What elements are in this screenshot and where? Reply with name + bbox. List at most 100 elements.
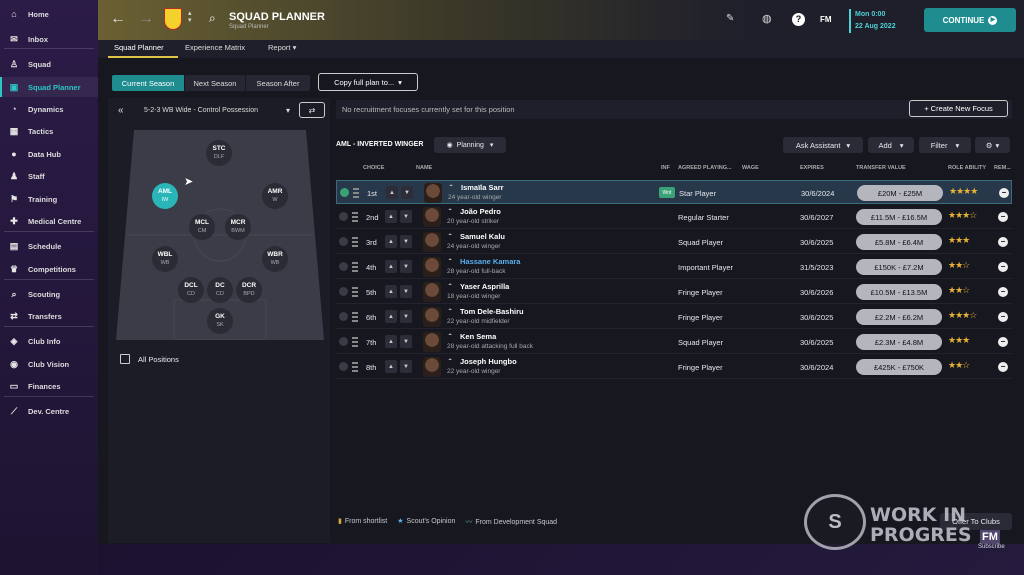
tab-experience-matrix[interactable]: Experience Matrix [185,43,245,52]
club-switch-chevron-icon[interactable]: ▴ ▾ [188,10,192,24]
swap-formation-icon[interactable]: ⇄ [299,102,325,118]
sidebar-item-data-hub[interactable]: ● Data Hub [0,144,98,164]
position-dcr[interactable]: DCR BPD [236,277,262,303]
drag-handle-icon[interactable] [352,287,358,297]
move-down-icon[interactable]: ▼ [400,360,412,373]
remove-icon[interactable]: − [998,212,1008,222]
sidebar-item-scouting[interactable]: ⌕ Scouting [0,284,98,304]
check-icon[interactable] [339,312,348,321]
sidebar-item-inbox[interactable]: ✉ Inbox [0,29,98,49]
move-down-icon[interactable]: ▼ [400,335,412,348]
add-button[interactable]: Add ▾ [868,137,914,153]
drag-handle-icon[interactable] [353,188,359,198]
planning-dropdown[interactable]: ◉ Planning ▾ [434,137,506,153]
move-down-icon[interactable]: ▼ [400,235,412,248]
drag-handle-icon[interactable] [352,362,358,372]
column-header-agreed-playing[interactable]: AGREED PLAYING... [678,165,732,171]
sidebar-item-medical-centre[interactable]: ✚ Medical Centre [0,211,98,231]
remove-icon[interactable]: − [998,287,1008,297]
club-badge-logo[interactable] [164,8,182,30]
move-up-icon[interactable]: ▲ [385,335,397,348]
check-icon[interactable] [339,262,348,271]
player-face-avatar[interactable] [423,257,441,277]
position-aml[interactable]: AML IW [152,183,178,209]
collapse-panel-icon[interactable]: « [118,105,124,116]
player-name[interactable]: Joseph Hungbo [460,357,517,366]
sidebar-item-training[interactable]: ⚑ Training [0,189,98,209]
column-header-inf[interactable]: INF [661,165,670,171]
drag-handle-icon[interactable] [352,212,358,222]
player-face-avatar[interactable] [423,332,441,352]
drag-handle-icon[interactable] [352,312,358,322]
player-name[interactable]: Hassane Kamara [460,257,520,266]
table-row[interactable]: 8th ▲ ▼ ◓ Joseph Hungbo 22 year-old winger Fri… [336,355,1012,379]
player-face-avatar[interactable] [423,207,441,227]
table-row[interactable]: 6th ▲ ▼ ◓ Tom Dele-Bashiru 22 year-old midfie… [336,305,1012,329]
move-up-icon[interactable]: ▲ [385,235,397,248]
date-time[interactable]: Mon 0:00 22 Aug 2022 [849,9,896,33]
remove-icon[interactable]: − [998,237,1008,247]
search-icon[interactable]: ⌕ [209,11,216,26]
column-header-expires[interactable]: EXPIRES [800,165,824,171]
sidebar-item-schedule[interactable]: ▤ Schedule [0,236,98,256]
remove-icon[interactable]: − [998,262,1008,272]
tab-report[interactable]: Report ▾ [268,43,296,52]
check-icon[interactable] [340,188,349,197]
player-face-avatar[interactable] [423,282,441,302]
remove-icon[interactable]: − [998,337,1008,347]
forward-arrow-icon[interactable]: → [138,10,154,28]
column-header-choice[interactable]: CHOICE [363,165,384,171]
check-icon[interactable] [339,212,348,221]
position-mcl[interactable]: MCL CM [189,214,215,240]
table-row[interactable]: 5th ▲ ▼ ◓ Yaser Asprilla 18 year-old winger Fr… [336,280,1012,304]
move-down-icon[interactable]: ▼ [400,260,412,273]
create-new-focus-button[interactable]: + Create New Focus [909,100,1008,117]
sidebar-item-dynamics[interactable]: ◔ Dynamics [0,99,98,119]
sidebar-item-tactics[interactable]: ▦ Tactics [0,121,98,141]
sidebar-item-squad-planner[interactable]: ▣ Squad Planner [0,77,98,97]
formation-label[interactable]: 5-2-3 WB Wide - Control Possession [144,107,258,114]
position-wbl[interactable]: WBL WB [152,246,178,272]
table-row[interactable]: 3rd ▲ ▼ ◓ Samuel Kalu 24 year-old winger Squad… [336,230,1012,254]
settings-button[interactable]: ⚙ ▾ [975,137,1010,153]
sidebar-item-dev-centre[interactable]: ⟋ Dev. Centre [0,401,98,421]
back-arrow-icon[interactable]: ← [110,10,126,28]
move-up-icon[interactable]: ▲ [385,260,397,273]
copy-plan-dropdown[interactable]: Copy full plan to... ▾ [318,73,418,91]
fm-menu-icon[interactable]: FM [820,15,832,24]
ask-assistant-button[interactable]: Ask Assistant ▾ [783,137,863,153]
drag-handle-icon[interactable] [352,337,358,347]
position-dcl[interactable]: DCL CD [178,277,204,303]
player-face-avatar[interactable] [424,183,442,203]
player-face-avatar[interactable] [423,357,441,377]
sidebar-item-transfers[interactable]: ⇄ Transfers [0,306,98,326]
position-wbr[interactable]: WBR WB [262,246,288,272]
check-icon[interactable] [339,337,348,346]
all-positions-checkbox[interactable]: All Positions [120,354,179,364]
sidebar-item-finances[interactable]: ▭ Finances [0,376,98,396]
table-row[interactable]: 4th ▲ ▼ ◓ Hassane Kamara 28 year-old full-bac… [336,255,1012,279]
continue-button[interactable]: CONTINUE ▶ [924,8,1016,32]
column-header-transfer-value[interactable]: TRANSFER VALUE [856,165,906,171]
player-name[interactable]: Samuel Kalu [460,232,505,241]
table-row[interactable]: 7th ▲ ▼ ◓ Ken Sema 28 year-old attacking full… [336,330,1012,354]
player-name[interactable]: Ismaïla Sarr [461,183,504,192]
move-down-icon[interactable]: ▼ [400,285,412,298]
globe-icon[interactable]: ◍ [762,12,772,25]
table-row[interactable]: 1st ▲ ▼ ◓ Ismaïla Sarr 24 year-old winger Wnt S… [336,180,1012,204]
position-gk[interactable]: GK SK [207,308,233,334]
player-name[interactable]: João Pedro [460,207,501,216]
player-name[interactable]: Ken Sema [460,332,496,341]
chevron-down-icon[interactable]: ▾ [286,106,290,115]
remove-icon[interactable]: − [999,188,1009,198]
player-name[interactable]: Yaser Asprilla [460,282,509,291]
tab-next-season[interactable]: Next Season [185,75,245,91]
move-up-icon[interactable]: ▲ [386,186,398,199]
move-down-icon[interactable]: ▼ [400,310,412,323]
check-icon[interactable] [339,362,348,371]
position-stc[interactable]: STC DLF [206,140,232,166]
help-icon[interactable]: ? [792,13,805,26]
move-down-icon[interactable]: ▼ [400,210,412,223]
remove-icon[interactable]: − [998,312,1008,322]
column-header-remove[interactable]: REM... [994,165,1011,171]
